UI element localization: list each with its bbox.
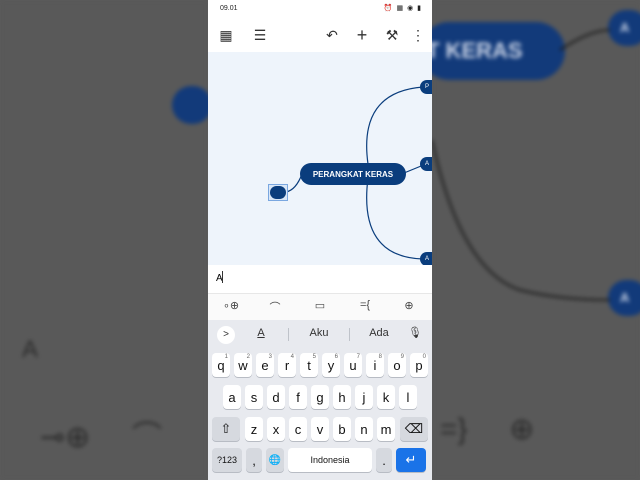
key-o[interactable]: o9 [388, 353, 406, 377]
summary-icon[interactable]: ={ [356, 299, 374, 315]
expand-toolbar-button[interactable]: > [217, 326, 235, 344]
suggestion-1[interactable]: A [246, 327, 276, 339]
suggestion-strip: > A Aku Ada 🎙 [208, 320, 432, 348]
key-f[interactable]: f [289, 385, 307, 409]
topic-text-input[interactable]: A [208, 265, 432, 293]
branch-node-2[interactable]: A [420, 157, 432, 171]
add-icon[interactable]: + [353, 25, 371, 45]
key-z[interactable]: z [245, 417, 263, 441]
key-c[interactable]: c [289, 417, 307, 441]
key-y[interactable]: y6 [322, 353, 340, 377]
suggestion-divider [288, 328, 289, 341]
key-n[interactable]: n [355, 417, 373, 441]
backspace-key[interactable]: ⌫ [400, 417, 428, 441]
key-m[interactable]: m [377, 417, 395, 441]
key-d[interactable]: d [267, 385, 285, 409]
key-r[interactable]: r4 [278, 353, 296, 377]
key-l[interactable]: l [399, 385, 417, 409]
list-icon[interactable]: ☰ [251, 26, 269, 44]
central-topic-node[interactable]: PERANGKAT KERAS [300, 163, 406, 185]
top-toolbar: ▦ ☰ ↶ + ⚒ ⋮ [208, 18, 432, 52]
key-u[interactable]: u7 [344, 353, 362, 377]
key-q[interactable]: q1 [212, 353, 230, 377]
format-paint-icon[interactable]: ⚒ [383, 26, 401, 44]
key-s[interactable]: s [245, 385, 263, 409]
selected-empty-node[interactable] [268, 184, 288, 201]
phone-screen: 09.01 ⏰ ▦ ◉ ▮ ▦ ☰ ↶ + ⚒ ⋮ PERANGKAT KERA… [208, 0, 432, 480]
key-t[interactable]: t5 [300, 353, 318, 377]
text-caret [222, 271, 223, 283]
more-icon[interactable]: ⋮ [409, 26, 427, 44]
branch-node-3[interactable]: A [420, 252, 432, 265]
key-k[interactable]: k [377, 385, 395, 409]
suggestion-3[interactable]: Ada [361, 327, 397, 339]
key-x[interactable]: x [267, 417, 285, 441]
insert-icon[interactable]: ⊕ [400, 299, 418, 315]
grid-icon[interactable]: ▦ [217, 26, 235, 44]
key-b[interactable]: b [333, 417, 351, 441]
selected-node-fill [270, 186, 286, 199]
symbols-key[interactable]: ?123 [212, 448, 242, 472]
keyboard: > A Aku Ada 🎙 q1 w2 e3 r4 t5 y6 u7 i8 o9… [208, 320, 432, 480]
shift-key[interactable]: ⇧ [212, 417, 240, 441]
mic-icon[interactable]: 🎙 [408, 326, 422, 339]
add-subtopic-icon[interactable]: ∘⊕ [220, 299, 242, 315]
format-bar: ∘⊕ ⌒ ▭ ={ ⊕ [208, 293, 432, 320]
status-icons: ⏰ ▦ ◉ ▮ [383, 5, 422, 12]
status-time: 09.01 [220, 5, 238, 12]
key-p[interactable]: p0 [410, 353, 428, 377]
space-key[interactable]: Indonesia [288, 448, 372, 472]
key-w[interactable]: w2 [234, 353, 252, 377]
key-e[interactable]: e3 [256, 353, 274, 377]
key-g[interactable]: g [311, 385, 329, 409]
period-key[interactable]: . [376, 448, 392, 472]
mindmap-connectors [285, 86, 427, 260]
key-h[interactable]: h [333, 385, 351, 409]
suggestion-divider [349, 328, 350, 341]
comma-key[interactable]: , [246, 448, 262, 472]
key-v[interactable]: v [311, 417, 329, 441]
globe-icon[interactable]: 🌐 [266, 448, 284, 472]
status-bar: 09.01 ⏰ ▦ ◉ ▮ [208, 0, 432, 18]
key-j[interactable]: j [355, 385, 373, 409]
mindmap-canvas[interactable]: PERANGKAT KERAS P A A [208, 52, 432, 265]
key-a[interactable]: a [223, 385, 241, 409]
central-topic-label: PERANGKAT KERAS [312, 169, 394, 179]
branch-node-1[interactable]: P [420, 80, 432, 94]
enter-key[interactable]: ↵ [396, 448, 426, 472]
key-i[interactable]: i8 [366, 353, 384, 377]
relationship-icon[interactable]: ⌒ [266, 299, 284, 315]
boundary-icon[interactable]: ▭ [311, 299, 329, 315]
suggestion-2[interactable]: Aku [301, 327, 337, 339]
undo-icon[interactable]: ↶ [323, 26, 341, 44]
